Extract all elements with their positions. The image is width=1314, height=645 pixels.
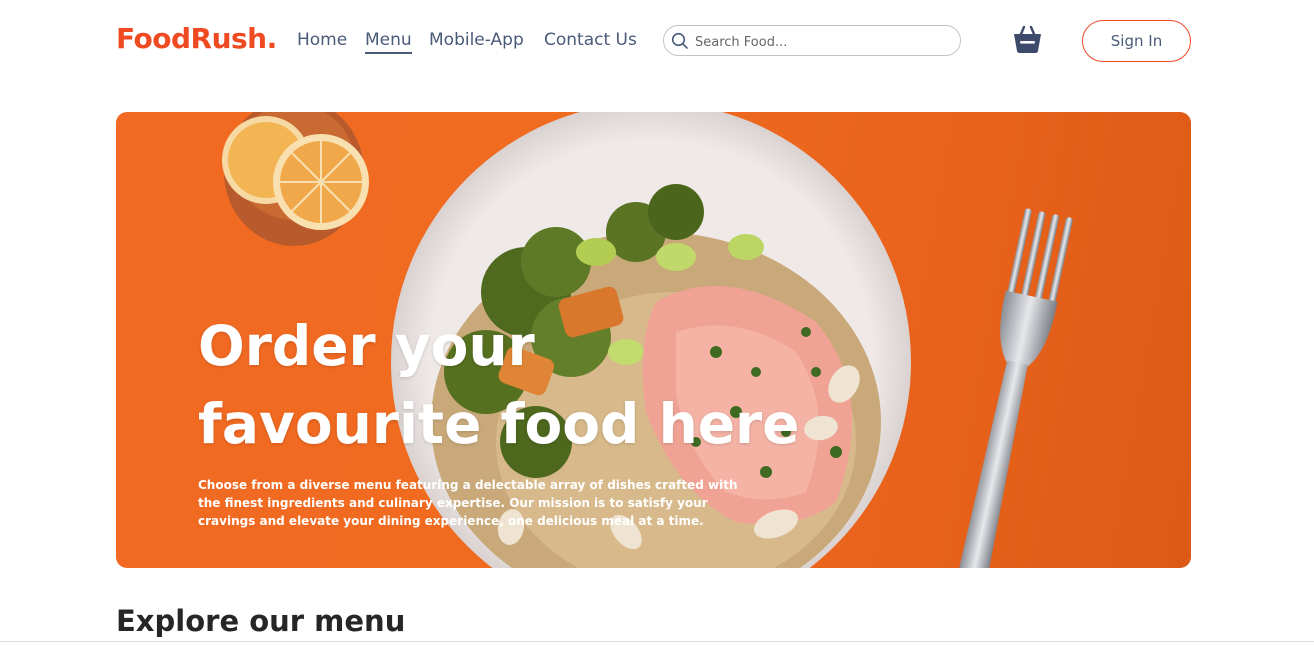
nav-link-menu[interactable]: Menu [365,30,412,54]
search-box[interactable] [663,25,961,56]
navbar: FoodRush. Home Menu Mobile-App Contact U… [0,0,1314,84]
nav-link-home[interactable]: Home [297,30,347,50]
explore-menu-title: Explore our menu [116,604,406,638]
divider [0,641,1314,642]
hero-title-line-2: favourite food here [198,392,800,456]
search-input[interactable] [693,30,952,54]
nav-link-contact-us[interactable]: Contact Us [544,30,637,50]
search-icon [671,32,688,49]
hero-banner: Order your favourite food here Choose fr… [116,112,1191,568]
hero-description: Choose from a diverse menu featuring a d… [198,478,738,528]
hero-title-line-1: Order your [198,314,535,378]
logo[interactable]: FoodRush. [116,22,277,55]
basket-icon[interactable] [1012,24,1043,55]
sign-in-button[interactable]: Sign In [1082,20,1191,62]
hero-title: Order your favourite food here [198,307,818,463]
nav-link-mobile-app[interactable]: Mobile-App [429,30,524,50]
